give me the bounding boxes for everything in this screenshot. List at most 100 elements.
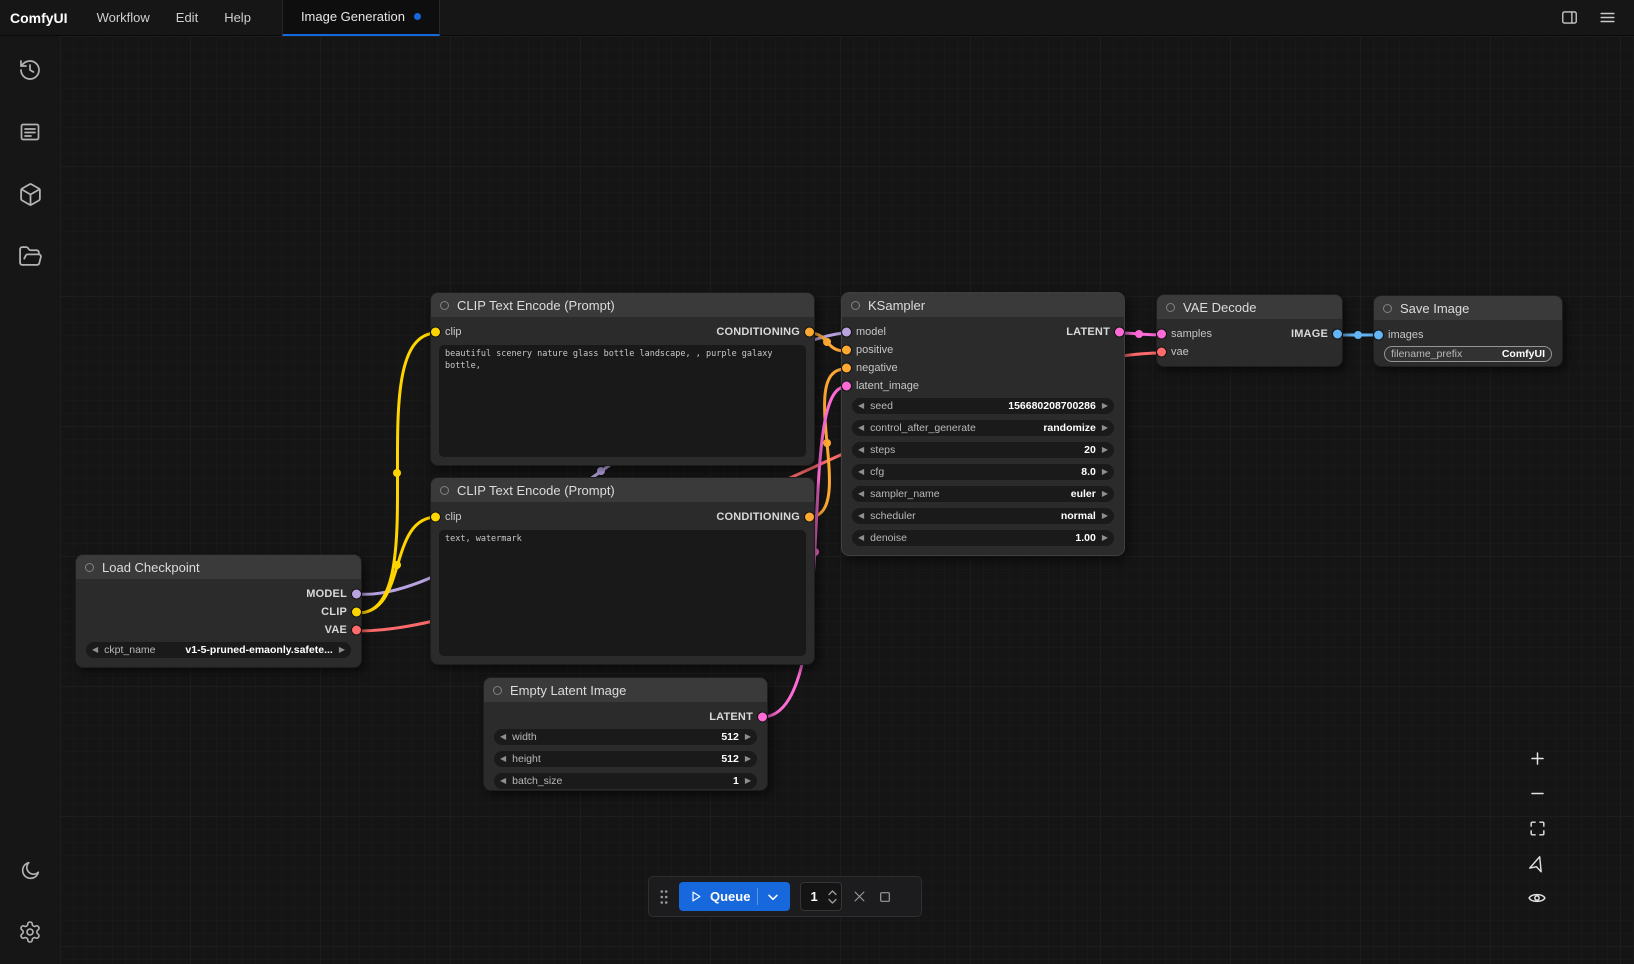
tab-image-generation[interactable]: Image Generation (282, 0, 440, 36)
node-header[interactable]: CLIP Text Encode (Prompt) (431, 478, 814, 502)
increment-icon[interactable]: ▶ (1102, 490, 1108, 498)
chevron-down-icon[interactable] (765, 889, 781, 905)
node-header[interactable]: VAE Decode (1157, 295, 1342, 319)
node-clip-text-encode-negative[interactable]: CLIP Text Encode (Prompt) clip CONDITION… (430, 477, 815, 665)
menu-icon[interactable] (1592, 4, 1622, 32)
decrement-icon[interactable]: ◀ (500, 733, 506, 741)
node-header[interactable]: KSampler (842, 293, 1124, 317)
collapse-dot-icon[interactable] (1166, 303, 1175, 312)
height-widget[interactable]: ◀ height 512 ▶ (494, 751, 757, 767)
fit-view-icon[interactable] (1523, 814, 1551, 842)
decrement-icon[interactable]: ◀ (858, 402, 864, 410)
zoom-in-icon[interactable] (1523, 744, 1551, 772)
prompt-textarea[interactable]: beautiful scenery nature glass bottle la… (439, 345, 806, 457)
denoise-widget[interactable]: ◀ denoise 1.00 ▶ (852, 530, 1114, 546)
decrement-icon[interactable]: ◀ (858, 468, 864, 476)
decrement-icon[interactable]: ◀ (858, 512, 864, 520)
latent-image-input-dot[interactable] (842, 382, 851, 391)
stop-icon[interactable] (877, 889, 893, 905)
images-input-dot[interactable] (1374, 331, 1383, 340)
node-clip-text-encode-positive[interactable]: CLIP Text Encode (Prompt) clip CONDITION… (430, 292, 815, 466)
decrement-icon[interactable]: ◀ (92, 646, 98, 654)
batch-count-stepper[interactable]: 1 (800, 882, 842, 911)
collapse-dot-icon[interactable] (493, 686, 502, 695)
clip-input-dot[interactable] (431, 328, 440, 337)
vae-output-dot[interactable] (352, 626, 361, 635)
latent-output-dot[interactable] (1115, 328, 1124, 337)
increment-icon[interactable]: ▶ (339, 646, 345, 654)
node-library-icon[interactable] (12, 114, 48, 150)
cfg-widget[interactable]: ◀ cfg 8.0 ▶ (852, 464, 1114, 480)
decrement-icon[interactable]: ◀ (858, 490, 864, 498)
latent-output-dot[interactable] (758, 713, 767, 722)
workflows-icon[interactable] (12, 238, 48, 274)
navigate-icon[interactable] (1523, 849, 1551, 877)
control-after-generate-widget[interactable]: ◀ control_after_generate randomize ▶ (852, 420, 1114, 436)
model-input-dot[interactable] (842, 328, 851, 337)
increment-icon[interactable]: ▶ (1102, 468, 1108, 476)
positive-input-dot[interactable] (842, 346, 851, 355)
node-header[interactable]: Load Checkpoint (76, 555, 361, 579)
increment-icon[interactable]: ▶ (745, 733, 751, 741)
increment-icon[interactable]: ▶ (1102, 424, 1108, 432)
zoom-out-icon[interactable] (1523, 779, 1551, 807)
increment-icon[interactable]: ▶ (1102, 512, 1108, 520)
decrement-icon[interactable]: ◀ (858, 534, 864, 542)
clip-input-dot[interactable] (431, 513, 440, 522)
decrement-icon[interactable]: ◀ (500, 777, 506, 785)
collapse-dot-icon[interactable] (440, 301, 449, 310)
model-output-dot[interactable] (352, 590, 361, 599)
step-down-icon[interactable] (828, 898, 837, 904)
increment-icon[interactable]: ▶ (1102, 402, 1108, 410)
increment-icon[interactable]: ▶ (1102, 446, 1108, 454)
width-widget[interactable]: ◀ width 512 ▶ (494, 729, 757, 745)
filename-prefix-widget[interactable]: filename_prefix ComfyUI (1384, 346, 1552, 362)
ckpt-name-widget[interactable]: ◀ ckpt_name v1-5-pruned-emaonly.safete..… (86, 642, 351, 658)
prompt-textarea[interactable]: text, watermark (439, 530, 806, 656)
samples-input-dot[interactable] (1157, 330, 1166, 339)
collapse-dot-icon[interactable] (440, 486, 449, 495)
image-output-dot[interactable] (1333, 330, 1342, 339)
seed-widget[interactable]: ◀ seed 156680208700286 ▶ (852, 398, 1114, 414)
node-header[interactable]: Save Image (1374, 296, 1562, 320)
steps-widget[interactable]: ◀ steps 20 ▶ (852, 442, 1114, 458)
toggle-visibility-icon[interactable] (1523, 884, 1551, 912)
conditioning-output-dot[interactable] (805, 328, 814, 337)
menu-workflow[interactable]: Workflow (97, 10, 150, 25)
increment-icon[interactable]: ▶ (745, 777, 751, 785)
clip-output-dot[interactable] (352, 608, 361, 617)
theme-toggle-icon[interactable] (12, 852, 48, 888)
history-icon[interactable] (12, 52, 48, 88)
drag-handle-icon[interactable] (659, 888, 669, 906)
batch-size-widget[interactable]: ◀ batch_size 1 ▶ (494, 773, 757, 789)
menu-edit[interactable]: Edit (176, 10, 198, 25)
model-library-icon[interactable] (12, 176, 48, 212)
node-canvas[interactable]: Load Checkpoint MODEL CLIP VAE ◀ ckpt_na… (60, 36, 1634, 964)
collapse-dot-icon[interactable] (1383, 304, 1392, 313)
node-header[interactable]: CLIP Text Encode (Prompt) (431, 293, 814, 317)
node-ksampler[interactable]: KSampler model LATENT positive negative … (841, 292, 1125, 556)
decrement-icon[interactable]: ◀ (858, 446, 864, 454)
increment-icon[interactable]: ▶ (745, 755, 751, 763)
vae-input-dot[interactable] (1157, 348, 1166, 357)
collapse-dot-icon[interactable] (851, 301, 860, 310)
increment-icon[interactable]: ▶ (1102, 534, 1108, 542)
negative-input-dot[interactable] (842, 364, 851, 373)
panel-toggle-icon[interactable] (1554, 4, 1584, 32)
conditioning-output-dot[interactable] (805, 513, 814, 522)
close-icon[interactable] (852, 889, 867, 904)
settings-icon[interactable] (12, 914, 48, 950)
queue-button[interactable]: Queue (679, 882, 790, 911)
node-vae-decode[interactable]: VAE Decode samples IMAGE vae (1156, 294, 1343, 367)
scheduler-widget[interactable]: ◀ scheduler normal ▶ (852, 508, 1114, 524)
menu-help[interactable]: Help (224, 10, 251, 25)
node-header[interactable]: Empty Latent Image (484, 678, 767, 702)
sampler-name-widget[interactable]: ◀ sampler_name euler ▶ (852, 486, 1114, 502)
collapse-dot-icon[interactable] (85, 563, 94, 572)
decrement-icon[interactable]: ◀ (858, 424, 864, 432)
step-up-icon[interactable] (828, 890, 837, 896)
node-empty-latent-image[interactable]: Empty Latent Image LATENT ◀ width 512 ▶ … (483, 677, 768, 791)
decrement-icon[interactable]: ◀ (500, 755, 506, 763)
node-save-image[interactable]: Save Image images filename_prefix ComfyU… (1373, 295, 1563, 367)
node-load-checkpoint[interactable]: Load Checkpoint MODEL CLIP VAE ◀ ckpt_na… (75, 554, 362, 668)
